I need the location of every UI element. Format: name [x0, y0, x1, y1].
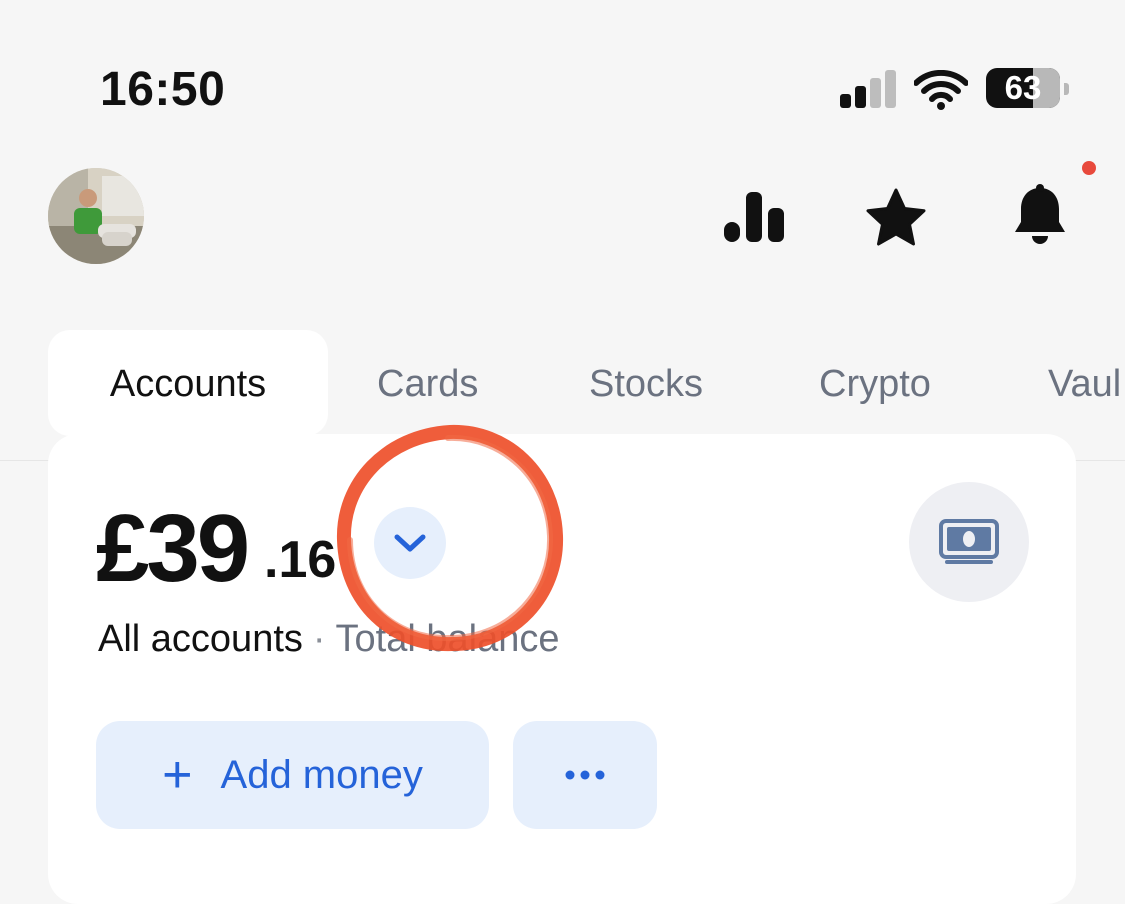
- tab-cards[interactable]: Cards: [377, 330, 478, 436]
- cellular-signal-icon: [840, 70, 900, 108]
- battery-indicator: 63: [986, 68, 1062, 108]
- chevron-down-icon: [394, 534, 426, 552]
- cash-button[interactable]: [909, 482, 1029, 602]
- tab-accounts[interactable]: Accounts: [48, 330, 328, 436]
- accounts-label: All accounts: [98, 618, 303, 660]
- notification-dot: [1082, 161, 1096, 175]
- separator-dot: ·: [312, 618, 326, 660]
- avatar[interactable]: [48, 168, 144, 264]
- plus-icon: +: [162, 746, 193, 804]
- analytics-bars-icon[interactable]: [722, 184, 786, 248]
- tab-crypto[interactable]: Crypto: [819, 330, 931, 436]
- bell-icon[interactable]: [1008, 182, 1072, 246]
- more-button[interactable]: [513, 721, 657, 829]
- tab-vaults[interactable]: Vaul: [1048, 330, 1121, 436]
- accounts-switch-button[interactable]: [374, 507, 446, 579]
- wifi-icon: [913, 69, 969, 110]
- battery-level: 63: [1004, 69, 1042, 106]
- ellipsis-icon: [565, 770, 605, 780]
- add-money-button[interactable]: + Add money: [96, 721, 489, 829]
- add-money-label: Add money: [220, 752, 423, 797]
- star-icon[interactable]: [864, 186, 928, 250]
- total-balance-label: Total balance: [335, 618, 560, 660]
- balance-amount-integer: £39: [96, 495, 250, 602]
- balance-subtitle: All accounts · Total balance: [98, 618, 559, 661]
- balance-amount-decimal: .16: [264, 531, 337, 589]
- battery-nub: [1064, 83, 1069, 95]
- tab-stocks[interactable]: Stocks: [589, 330, 703, 436]
- banknote-icon: [939, 519, 999, 564]
- status-time: 16:50: [100, 63, 226, 116]
